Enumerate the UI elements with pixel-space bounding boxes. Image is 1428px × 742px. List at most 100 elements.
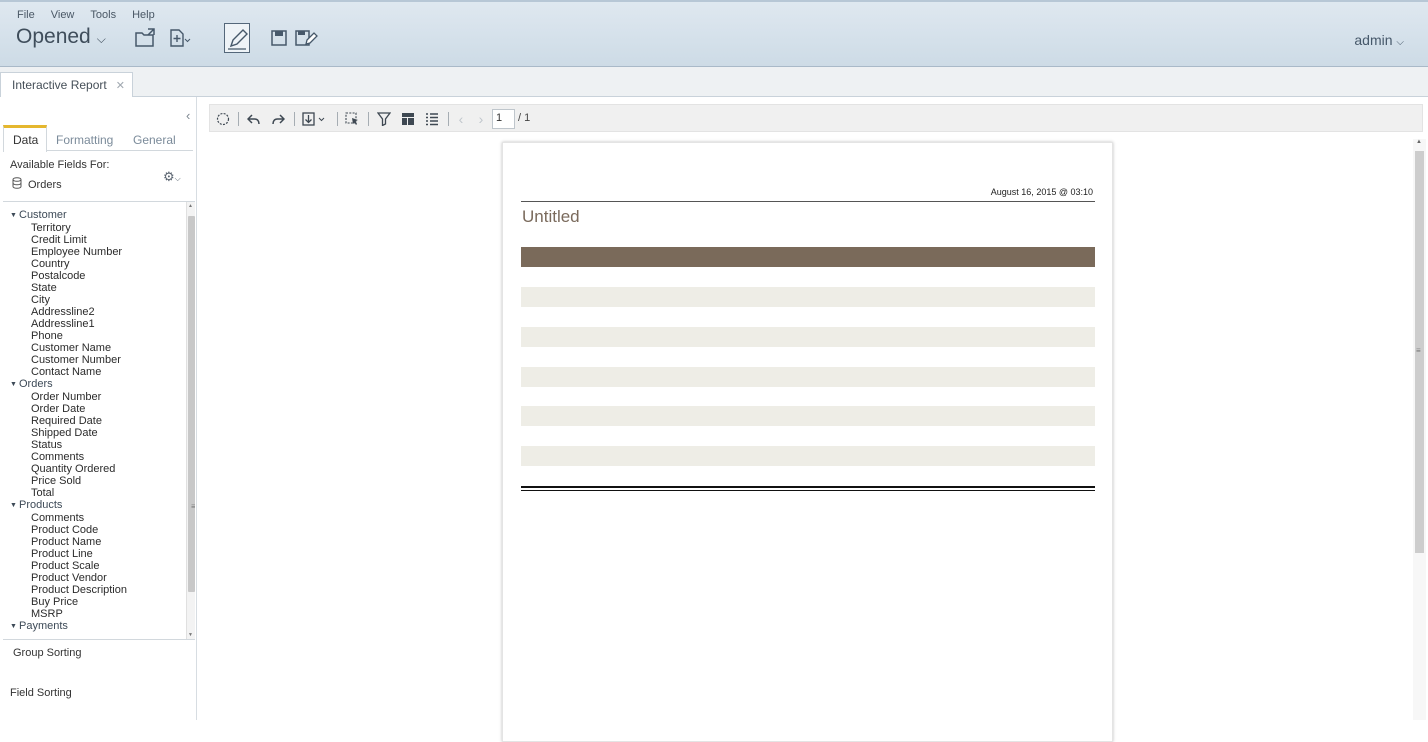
field-item[interactable]: Customer Number bbox=[10, 354, 127, 366]
field-item[interactable]: Required Date bbox=[10, 415, 127, 427]
table-icon[interactable] bbox=[399, 109, 417, 129]
undo-icon[interactable] bbox=[245, 109, 263, 129]
field-item[interactable]: Product Scale bbox=[10, 560, 127, 572]
scroll-up-icon[interactable]: ▲ bbox=[188, 203, 193, 209]
field-item[interactable]: Status bbox=[10, 439, 127, 451]
field-item[interactable]: Country bbox=[10, 258, 127, 270]
chevron-down-icon: ⌵ bbox=[96, 31, 106, 46]
field-item[interactable]: Product Code bbox=[10, 524, 127, 536]
scroll-down-icon[interactable]: ▼ bbox=[188, 632, 193, 638]
field-group-label: Products bbox=[19, 499, 63, 511]
menu-help[interactable]: Help bbox=[132, 9, 155, 21]
field-item[interactable]: State bbox=[10, 282, 127, 294]
detail-row-band[interactable] bbox=[521, 406, 1095, 426]
page-number-input[interactable]: 1 bbox=[492, 109, 515, 129]
field-group-label: Payments bbox=[19, 620, 68, 632]
detail-row-band[interactable] bbox=[521, 367, 1095, 387]
detail-row-band[interactable] bbox=[521, 287, 1095, 307]
perspective-label: Opened bbox=[16, 25, 91, 48]
tree-scrollbar[interactable]: ▲ ▼ bbox=[186, 202, 195, 639]
field-item[interactable]: Contact Name bbox=[10, 366, 127, 378]
filter-icon[interactable] bbox=[375, 109, 393, 129]
data-source-name: Orders bbox=[28, 178, 62, 191]
redo-icon[interactable] bbox=[269, 109, 287, 129]
field-group-products[interactable]: ▼ Products bbox=[10, 499, 127, 512]
toolbar-separator bbox=[368, 112, 369, 126]
scroll-grip-icon: ≡ bbox=[1416, 346, 1421, 355]
field-item[interactable]: Order Number bbox=[10, 391, 127, 403]
field-item[interactable]: Comments bbox=[10, 451, 127, 463]
menu-file[interactable]: File bbox=[17, 9, 35, 21]
summary-double-rule bbox=[521, 490, 1095, 491]
save-icon[interactable] bbox=[268, 26, 290, 50]
toolbar-separator bbox=[448, 112, 449, 126]
field-item[interactable]: City bbox=[10, 294, 127, 306]
detail-row-band[interactable] bbox=[521, 446, 1095, 466]
app-header: File View Tools Help Opened ⌵ admin ⌵ bbox=[0, 0, 1428, 67]
expand-triangle-icon[interactable]: ▼ bbox=[10, 379, 19, 391]
field-item[interactable]: Shipped Date bbox=[10, 427, 127, 439]
gear-icon[interactable]: ⚙⌵ bbox=[163, 169, 181, 185]
field-item[interactable]: Price Sold bbox=[10, 475, 127, 487]
tab-general[interactable]: General bbox=[133, 125, 176, 151]
collapse-panel-icon[interactable]: ‹ bbox=[186, 108, 190, 123]
select-icon[interactable] bbox=[214, 109, 232, 129]
field-item[interactable]: Addressline2 bbox=[10, 306, 127, 318]
perspective-selector[interactable]: Opened ⌵ bbox=[16, 25, 106, 49]
field-item[interactable]: Territory bbox=[10, 222, 127, 234]
report-page: August 16, 2015 @ 03:10 Untitled bbox=[502, 142, 1113, 742]
export-icon[interactable] bbox=[301, 109, 329, 129]
field-item[interactable]: Total bbox=[10, 487, 127, 499]
toolbar-separator bbox=[238, 112, 239, 126]
menu-view[interactable]: View bbox=[51, 9, 75, 21]
close-icon[interactable]: ✕ bbox=[116, 80, 125, 92]
expand-triangle-icon[interactable]: ▼ bbox=[10, 210, 19, 222]
previous-page-icon[interactable]: ‹ bbox=[455, 109, 467, 129]
field-item[interactable]: Quantity Ordered bbox=[10, 463, 127, 475]
next-page-icon[interactable]: › bbox=[475, 109, 487, 129]
scroll-grip-icon: ≡ bbox=[191, 502, 195, 511]
field-item[interactable]: Product Vendor bbox=[10, 572, 127, 584]
field-item[interactable]: Customer Name bbox=[10, 342, 127, 354]
tab-data[interactable]: Data bbox=[3, 125, 48, 152]
edit-mode-button[interactable] bbox=[224, 23, 250, 53]
open-folder-icon[interactable] bbox=[132, 26, 158, 50]
group-sorting-label[interactable]: Group Sorting bbox=[13, 647, 81, 659]
field-item[interactable]: Product Name bbox=[10, 536, 127, 548]
field-item[interactable]: Addressline1 bbox=[10, 318, 127, 330]
field-item[interactable]: Employee Number bbox=[10, 246, 127, 258]
report-title[interactable]: Untitled bbox=[522, 207, 580, 227]
tab-interactive-report[interactable]: Interactive Report ✕ bbox=[0, 72, 133, 98]
field-item[interactable]: Product Description bbox=[10, 584, 127, 596]
column-header-band[interactable] bbox=[521, 247, 1095, 267]
field-item[interactable]: Product Line bbox=[10, 548, 127, 560]
page-total: / 1 bbox=[518, 112, 531, 124]
field-group-payments[interactable]: ▼ Payments bbox=[10, 620, 127, 633]
expand-triangle-icon[interactable]: ▼ bbox=[10, 500, 19, 512]
menu-tools[interactable]: Tools bbox=[90, 9, 116, 21]
detail-row-band[interactable] bbox=[521, 327, 1095, 347]
field-group-orders[interactable]: ▼ Orders bbox=[10, 378, 127, 391]
select-cursor-icon[interactable] bbox=[343, 109, 361, 129]
field-item[interactable]: Comments bbox=[10, 512, 127, 524]
field-item[interactable]: Postalcode bbox=[10, 270, 127, 282]
expand-triangle-icon[interactable]: ▼ bbox=[10, 621, 19, 633]
field-item[interactable]: Phone bbox=[10, 330, 127, 342]
field-sorting-label[interactable]: Field Sorting bbox=[10, 687, 72, 699]
report-date: August 16, 2015 @ 03:10 bbox=[990, 187, 1093, 197]
save-as-icon[interactable] bbox=[294, 26, 318, 50]
panel-tabs: Data Formatting General bbox=[3, 125, 193, 152]
field-item[interactable]: MSRP bbox=[10, 608, 127, 620]
field-item[interactable]: Credit Limit bbox=[10, 234, 127, 246]
field-item[interactable]: Order Date bbox=[10, 403, 127, 415]
new-file-icon[interactable] bbox=[167, 26, 193, 50]
tab-formatting[interactable]: Formatting bbox=[56, 125, 113, 151]
scroll-up-icon[interactable]: ▲ bbox=[1416, 139, 1422, 145]
report-scrollbar[interactable]: ▲ ≡ bbox=[1413, 139, 1426, 720]
field-item[interactable]: Buy Price bbox=[10, 596, 127, 608]
scrollbar-thumb[interactable] bbox=[188, 216, 195, 592]
field-group-customer[interactable]: ▼ Customer bbox=[10, 209, 127, 222]
list-icon[interactable] bbox=[423, 109, 441, 129]
report-toolbar: ‹ › 1 / 1 bbox=[209, 104, 1423, 132]
user-menu[interactable]: admin ⌵ bbox=[1354, 32, 1404, 48]
